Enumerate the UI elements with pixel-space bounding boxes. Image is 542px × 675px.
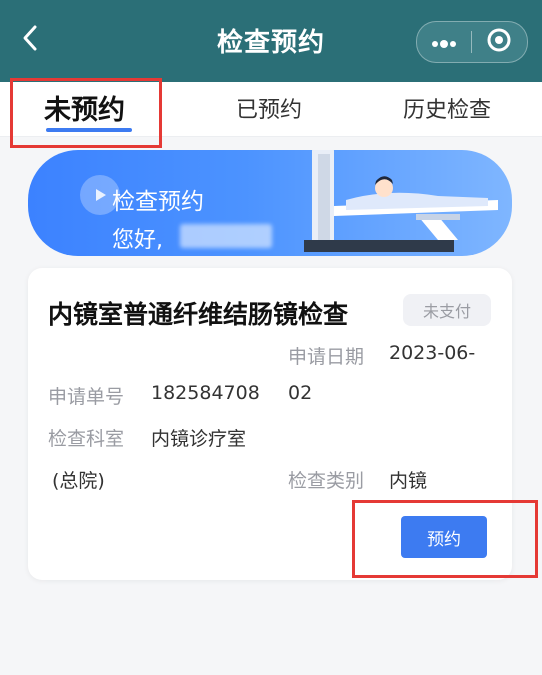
- apply-date-value: 2023-06-: [389, 342, 476, 364]
- close-mini-program-button[interactable]: [472, 22, 526, 62]
- blurred-patient-name: [180, 224, 272, 248]
- tab-history[interactable]: 历史检查: [403, 92, 491, 124]
- banner-greeting: 您好,: [112, 228, 163, 253]
- apply-no-label: 申请单号: [48, 386, 125, 408]
- apply-no-value: 182584708: [151, 382, 260, 404]
- exam-title: 内镜室普通纤维结肠镜检查: [48, 300, 349, 329]
- mini-program-capsule: [416, 21, 528, 63]
- dept-value: 内镜诊疗室: [151, 428, 247, 450]
- dept-label: 检查科室: [48, 428, 125, 450]
- status-badge: 未支付: [403, 294, 491, 326]
- exam-type-value: 内镜: [389, 470, 428, 492]
- tab-booked[interactable]: 已预约: [236, 92, 302, 124]
- target-circle-icon: [486, 27, 512, 57]
- more-button[interactable]: [417, 22, 471, 62]
- banner-title: 检查预约: [112, 189, 204, 215]
- booking-banner: 检查预约 您好,: [28, 150, 512, 256]
- dept-value-cont: (总院): [52, 470, 105, 492]
- highlight-box-tab: [10, 78, 162, 148]
- highlight-box-button: [352, 500, 538, 578]
- more-dots-icon: [431, 33, 457, 52]
- apply-date-label: 申请日期: [288, 346, 365, 368]
- nav-bar: 检查预约: [0, 0, 542, 82]
- patient-ct-scanner-illustration: [304, 150, 498, 252]
- exam-type-label: 检查类别: [288, 470, 365, 492]
- apply-date-value-cont: 02: [288, 382, 313, 404]
